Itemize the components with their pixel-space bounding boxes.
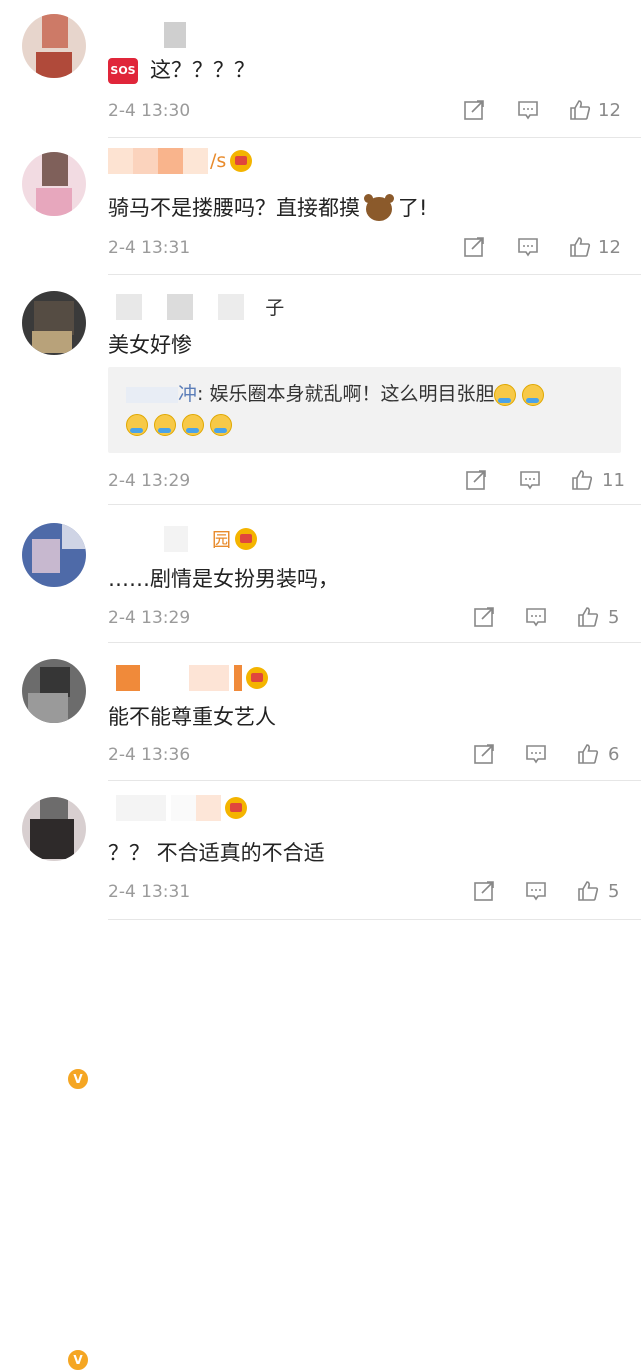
bear-emoji-icon	[364, 194, 394, 221]
like-count: 5	[608, 607, 620, 628]
reply-username[interactable]: 冲	[126, 383, 197, 405]
comment-icon[interactable]	[518, 468, 542, 492]
thumbs-up-icon[interactable]	[576, 742, 600, 766]
comment-text: ……剧情是女扮男装吗，	[108, 567, 339, 591]
comment-item: ？？ 不合适真的不合适 2-4 13:31 5	[0, 781, 641, 920]
crown-badge-icon	[225, 797, 248, 819]
comment-actions: 11	[464, 468, 634, 498]
thumbs-up-icon[interactable]	[576, 605, 600, 629]
share-icon[interactable]	[472, 742, 496, 766]
comment-time: 2-4 13:30	[108, 101, 191, 121]
verified-badge-icon: V	[66, 1348, 90, 1372]
comment-actions: 12	[462, 235, 632, 265]
comment-time: 2-4 13:31	[108, 238, 191, 258]
crown-badge-icon	[235, 527, 258, 550]
crying-laughing-icon	[494, 383, 517, 406]
crying-laughing-icon	[522, 383, 545, 406]
like-count: 11	[602, 470, 625, 491]
comment-text: 美女好惨	[108, 333, 192, 357]
comment-item: /s 骑马不是搂腰吗？直接都摸 了! 2-4 13:31 12	[0, 138, 641, 275]
crying-laughing-icon	[126, 413, 148, 436]
comment-actions: 6	[472, 742, 632, 772]
crown-badge-icon	[246, 667, 269, 689]
thumbs-up-icon[interactable]	[568, 98, 592, 122]
comment-icon[interactable]	[524, 879, 548, 903]
comment-text: ？？ 不合适真的不合适	[108, 841, 325, 865]
username[interactable]: /s	[108, 148, 253, 178]
comment-time: 2-4 13:31	[108, 882, 191, 902]
comment-time: 2-4 13:29	[108, 471, 191, 491]
crying-laughing-icon	[210, 413, 232, 436]
comment-actions: 5	[472, 605, 632, 635]
crown-badge-icon	[230, 150, 253, 172]
crying-laughing-icon	[182, 413, 204, 436]
comment-icon[interactable]	[524, 742, 548, 766]
comment-item: V 园 ……剧情是女扮男装吗， 2-4 13:29 5	[0, 505, 641, 1091]
avatar[interactable]	[22, 14, 86, 78]
like-count: 12	[598, 100, 621, 121]
comment-text: 骑马不是搂腰吗？直接都摸 了!	[108, 194, 428, 221]
crying-laughing-icon	[154, 413, 176, 436]
username[interactable]	[108, 665, 269, 695]
share-icon[interactable]	[464, 468, 488, 492]
comment-icon[interactable]	[524, 605, 548, 629]
comment-icon[interactable]	[516, 98, 540, 122]
comment-time: 2-4 13:29	[108, 608, 191, 628]
share-icon[interactable]	[472, 605, 496, 629]
comment-icon[interactable]	[516, 235, 540, 259]
share-icon[interactable]	[472, 879, 496, 903]
comment-time: 2-4 13:36	[108, 745, 191, 765]
reply-box[interactable]: 冲: 娱乐圈本身就乱啊！这么明目张胆	[108, 367, 621, 453]
share-icon[interactable]	[462, 235, 486, 259]
comment-actions: 5	[472, 879, 632, 909]
avatar[interactable]	[22, 291, 86, 355]
avatar[interactable]	[22, 659, 86, 723]
username[interactable]: 园	[108, 525, 258, 555]
comment-text: 能不能尊重女艺人	[108, 705, 276, 729]
reply-line	[126, 413, 238, 436]
avatar[interactable]	[22, 797, 86, 861]
comment-item: SOS 这？？？？ 2-4 13:30 12	[0, 0, 641, 138]
share-icon[interactable]	[462, 98, 486, 122]
like-count: 5	[608, 881, 620, 902]
reply-line: 冲: 娱乐圈本身就乱啊！这么明目张胆	[126, 379, 550, 406]
username[interactable]	[108, 795, 248, 825]
comment-item: V 能不能尊重女艺人 2-4 13:36 6	[0, 643, 641, 1372]
comment-text: SOS 这？？？？	[108, 54, 255, 84]
like-count: 6	[608, 744, 620, 765]
username[interactable]: 子	[108, 293, 284, 323]
like-count: 12	[598, 237, 621, 258]
comment-item: 子 美女好惨 冲: 娱乐圈本身就乱啊！这么明目张胆 2-4 13:29 11	[0, 275, 641, 505]
divider	[108, 919, 641, 920]
username[interactable]	[108, 22, 186, 52]
avatar[interactable]	[22, 523, 86, 587]
comment-actions: 12	[462, 98, 632, 128]
thumbs-up-icon[interactable]	[576, 879, 600, 903]
thumbs-up-icon[interactable]	[568, 235, 592, 259]
sos-icon: SOS	[108, 58, 138, 84]
avatar[interactable]	[22, 152, 86, 216]
verified-badge-icon: V	[66, 1067, 90, 1091]
thumbs-up-icon[interactable]	[570, 468, 594, 492]
